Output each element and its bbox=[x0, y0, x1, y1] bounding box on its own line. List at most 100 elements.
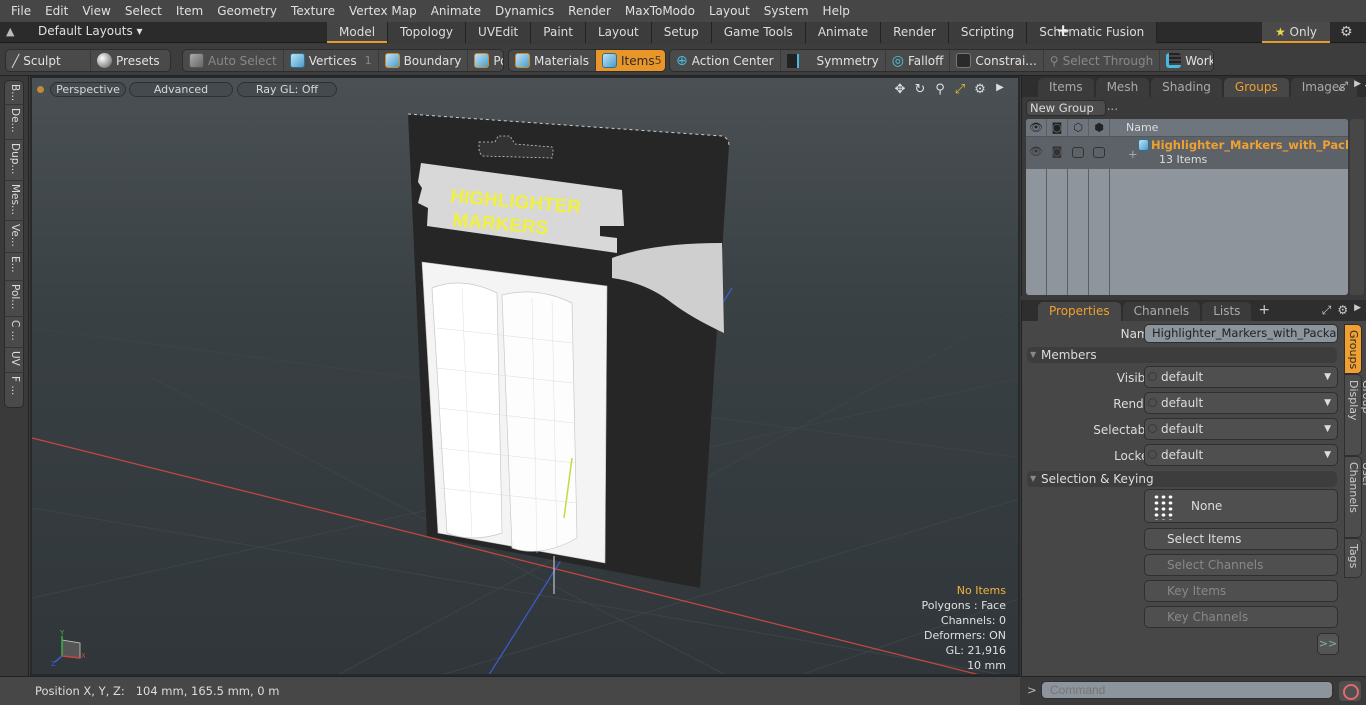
visibility-eye-icon[interactable]: 👁 bbox=[1027, 121, 1045, 134]
command-input[interactable] bbox=[1041, 681, 1333, 699]
materials-button[interactable]: Materials bbox=[509, 50, 597, 71]
left-tab-vertex[interactable]: Ve... bbox=[5, 221, 25, 253]
zoom-icon[interactable]: ⚲ bbox=[932, 82, 948, 98]
members-section[interactable]: Members bbox=[1027, 347, 1337, 363]
expand-panel-icon[interactable]: ⤢ bbox=[1338, 79, 1348, 94]
properties-gear-icon[interactable]: ⚙ bbox=[1337, 303, 1348, 318]
tab-render[interactable]: Render bbox=[881, 22, 949, 43]
view-mode-button[interactable]: Perspective bbox=[50, 82, 126, 97]
row-camera-icon[interactable]: ◙ bbox=[1048, 145, 1066, 158]
groups-scrollbar[interactable] bbox=[1350, 119, 1364, 295]
hierarchy-none-button[interactable]: None bbox=[1144, 489, 1338, 523]
menu-texture[interactable]: Texture bbox=[284, 4, 342, 18]
menu-animate[interactable]: Animate bbox=[424, 4, 488, 18]
side-tab-groups[interactable]: Groups bbox=[1344, 324, 1362, 374]
tab-shading[interactable]: Shading bbox=[1151, 78, 1222, 97]
row-eye-icon[interactable]: 👁 bbox=[1027, 145, 1045, 158]
left-tab-polygon[interactable]: Pol... bbox=[5, 281, 25, 317]
left-tab-deform[interactable]: De... bbox=[5, 105, 25, 140]
menu-render[interactable]: Render bbox=[561, 4, 618, 18]
tab-model[interactable]: Model bbox=[327, 22, 389, 43]
only-button[interactable]: ★ Only bbox=[1262, 22, 1330, 43]
select-channels-button[interactable]: Select Channels bbox=[1144, 554, 1338, 576]
new-group-button[interactable]: New Group bbox=[1026, 100, 1106, 116]
side-tab-group-display[interactable]: Group Display bbox=[1344, 374, 1366, 456]
polygons-button[interactable]: Polygons bbox=[468, 50, 503, 71]
menu-geometry[interactable]: Geometry bbox=[210, 4, 284, 18]
tab-topology[interactable]: Topology bbox=[388, 22, 467, 43]
workplane-button[interactable]: WorkPlane bbox=[1160, 50, 1213, 71]
tab-schematic-fusion[interactable]: Schematic Fusion bbox=[1027, 22, 1158, 43]
row-lock-toggle[interactable] bbox=[1093, 147, 1105, 158]
pan-icon[interactable]: ✥ bbox=[892, 82, 908, 98]
add-tab-button[interactable]: + bbox=[1056, 22, 1074, 43]
tab-layout[interactable]: Layout bbox=[585, 22, 652, 43]
left-tab-uv[interactable]: UV bbox=[5, 348, 25, 373]
group-row[interactable]: 👁 ◙ + Highlighter_Markers_with_Pack... 1… bbox=[1026, 137, 1348, 169]
side-tab-user-channels[interactable]: User Channels bbox=[1344, 456, 1366, 538]
rotate-icon[interactable]: ↻ bbox=[912, 82, 928, 98]
visible-dropdown[interactable]: default ▼ bbox=[1144, 366, 1338, 388]
key-items-button[interactable]: Key Items bbox=[1144, 580, 1338, 602]
tab-paint[interactable]: Paint bbox=[531, 22, 586, 43]
shading-mode-button[interactable]: Advanced bbox=[129, 82, 233, 97]
tab-groups[interactable]: Groups bbox=[1223, 78, 1289, 97]
menu-layout[interactable]: Layout bbox=[702, 4, 757, 18]
panel-arrow-icon[interactable]: ▶ bbox=[1354, 79, 1361, 94]
select-through-button[interactable]: ⚲ Select Through bbox=[1044, 50, 1161, 71]
tab-items[interactable]: Items bbox=[1038, 78, 1094, 97]
add-properties-tab-icon[interactable]: + bbox=[1253, 300, 1275, 321]
left-tab-edge[interactable]: E... bbox=[5, 253, 25, 281]
properties-arrow-icon[interactable]: ▶ bbox=[1354, 303, 1361, 318]
tab-lists[interactable]: Lists bbox=[1202, 302, 1252, 321]
menu-help[interactable]: Help bbox=[816, 4, 857, 18]
tab-scripting[interactable]: Scripting bbox=[948, 22, 1028, 43]
tab-mesh[interactable]: Mesh ... bbox=[1095, 78, 1150, 113]
auto-select-button[interactable]: Auto Select bbox=[183, 50, 284, 71]
viewport-options-dot[interactable] bbox=[37, 86, 44, 93]
raygl-button[interactable]: Ray GL: Off bbox=[237, 82, 337, 97]
selectable-cube-icon[interactable]: ⬡ bbox=[1069, 121, 1087, 134]
lock-cube-icon[interactable]: ⬢ bbox=[1090, 121, 1108, 134]
viewport-gear-icon[interactable]: ⚙ bbox=[972, 82, 988, 98]
menu-dynamics[interactable]: Dynamics bbox=[488, 4, 561, 18]
expand-properties-icon[interactable]: ⤢ bbox=[1322, 303, 1332, 318]
left-tab-mesh-edit[interactable]: Mes... bbox=[5, 181, 25, 221]
items-button[interactable]: Items 5 bbox=[596, 50, 665, 71]
record-macro-icon[interactable] bbox=[1339, 681, 1361, 701]
3d-viewport[interactable]: HIGHLIGHTER MARKERS Y X Z Perspective Ad… bbox=[30, 76, 1020, 676]
boundary-button[interactable]: Boundary bbox=[379, 50, 469, 71]
select-items-button[interactable]: Select Items bbox=[1144, 528, 1338, 550]
name-field[interactable]: Highlighter_Markers_with_Package2_( bbox=[1144, 324, 1338, 343]
menu-select[interactable]: Select bbox=[118, 4, 169, 18]
symmetry-button[interactable]: Symmetry bbox=[781, 50, 886, 71]
menu-vertex-map[interactable]: Vertex Map bbox=[342, 4, 424, 18]
left-tab-duplicate[interactable]: Dup... bbox=[5, 140, 25, 181]
tab-animate[interactable]: Animate bbox=[805, 22, 882, 43]
left-tab-curve[interactable]: C ... bbox=[5, 317, 25, 348]
expand-plus-icon[interactable]: + bbox=[1128, 147, 1138, 161]
presets-button[interactable]: Presets bbox=[91, 50, 166, 71]
expand-arrow-icon[interactable]: ▶ bbox=[992, 82, 1008, 98]
tab-channels[interactable]: Channels bbox=[1122, 302, 1201, 321]
gear-icon[interactable]: ⚙ bbox=[1340, 24, 1356, 40]
menu-system[interactable]: System bbox=[757, 4, 816, 18]
tab-uvedit[interactable]: UVEdit bbox=[466, 22, 532, 43]
selection-keying-section[interactable]: Selection & Keying bbox=[1027, 471, 1337, 487]
tab-properties[interactable]: Properties bbox=[1038, 302, 1121, 321]
selectable-dropdown[interactable]: default ▼ bbox=[1144, 418, 1338, 440]
constraints-button[interactable]: Constrai... bbox=[950, 50, 1044, 71]
falloff-button[interactable]: ◎ Falloff bbox=[886, 50, 951, 71]
layout-select[interactable]: Default Layouts ▾ bbox=[38, 24, 143, 41]
left-tab-fusion[interactable]: F ... bbox=[5, 373, 25, 407]
render-dropdown[interactable]: default ▼ bbox=[1144, 392, 1338, 414]
locked-dropdown[interactable]: default ▼ bbox=[1144, 444, 1338, 466]
row-select-toggle[interactable] bbox=[1072, 147, 1084, 158]
menu-edit[interactable]: Edit bbox=[38, 4, 75, 18]
menu-file[interactable]: File bbox=[4, 4, 38, 18]
maximize-icon[interactable]: ⤢ bbox=[952, 82, 968, 98]
side-tab-tags[interactable]: Tags bbox=[1344, 538, 1362, 578]
action-center-button[interactable]: ⊕ Action Center bbox=[670, 50, 781, 71]
group-name[interactable]: Highlighter_Markers_with_Pack... bbox=[1151, 138, 1348, 152]
render-camera-icon[interactable]: ◙ bbox=[1048, 121, 1066, 134]
